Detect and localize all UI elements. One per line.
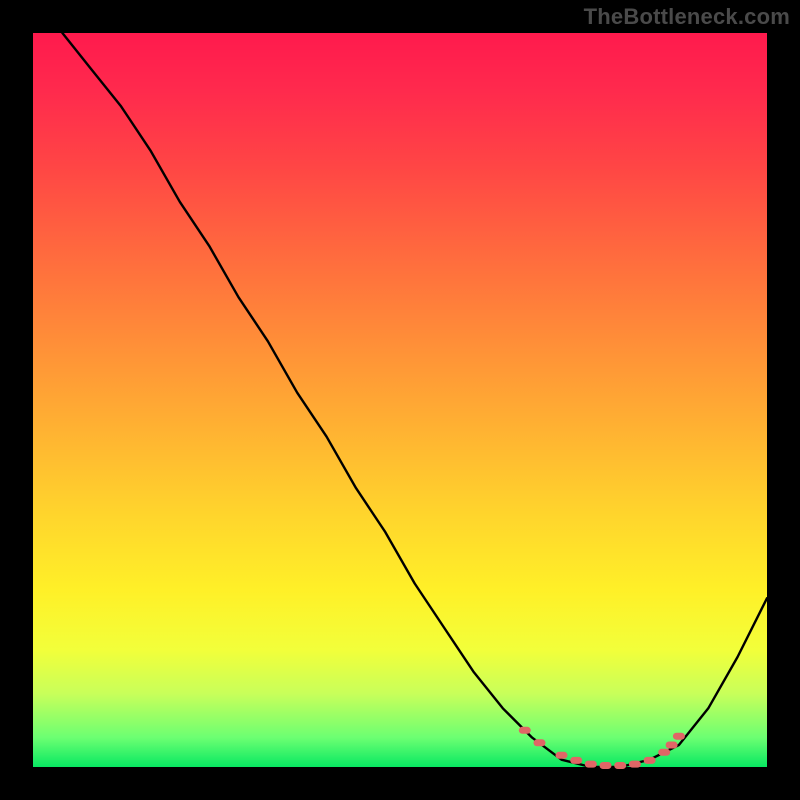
highlight-dot (614, 762, 626, 769)
watermark-text: TheBottleneck.com (584, 4, 790, 30)
highlight-dots (519, 727, 685, 769)
highlight-dot (673, 733, 685, 740)
highlight-dot (629, 761, 641, 768)
highlight-dot (519, 727, 531, 734)
curve-layer (33, 33, 767, 767)
highlight-dot (644, 757, 656, 764)
chart-frame: TheBottleneck.com (0, 0, 800, 800)
highlight-dot (570, 757, 582, 764)
highlight-dot (658, 749, 670, 756)
plot-area (33, 33, 767, 767)
highlight-dot (585, 761, 597, 768)
highlight-dot (534, 739, 546, 746)
bottleneck-curve (62, 33, 767, 767)
highlight-dot (600, 762, 612, 769)
highlight-dot (556, 752, 568, 759)
highlight-dot (666, 742, 678, 749)
